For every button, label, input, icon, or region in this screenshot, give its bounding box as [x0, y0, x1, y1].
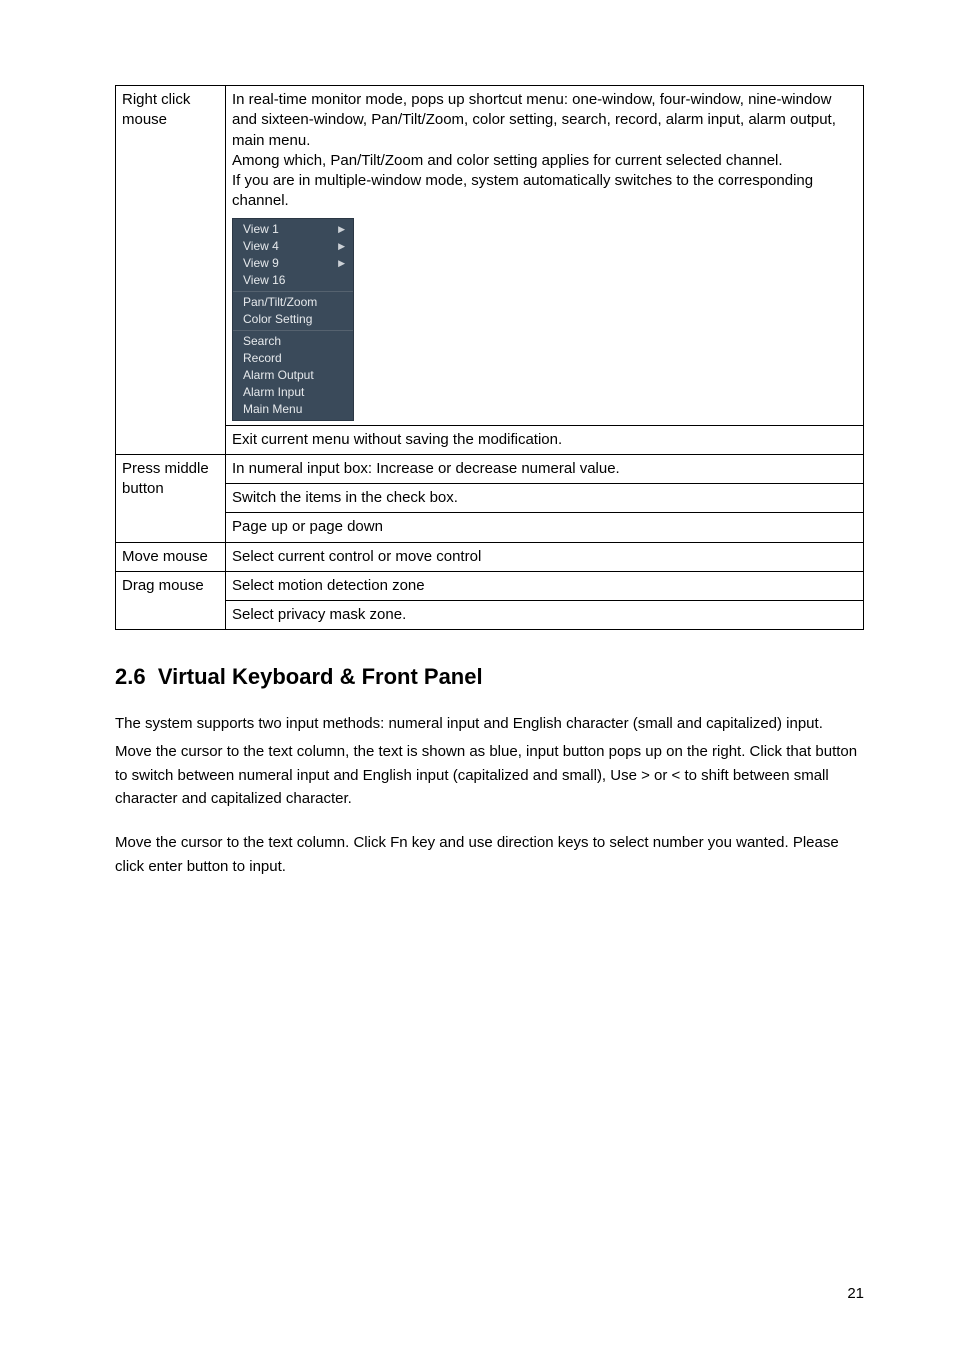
- section-number: 2.6: [115, 664, 146, 689]
- table-cell: Select current control or move control: [226, 542, 864, 571]
- menu-item-label: Search: [243, 333, 281, 349]
- table-cell: Select motion detection zone: [226, 571, 864, 600]
- mouse-actions-table: Right click mouse In real-time monitor m…: [115, 85, 864, 630]
- menu-item-main-menu: Main Menu: [233, 401, 353, 418]
- menu-item-ptz: Pan/Tilt/Zoom: [233, 294, 353, 311]
- menu-item-label: View 4: [243, 238, 279, 254]
- menu-item-label: Color Setting: [243, 311, 312, 327]
- menu-item-view9: View 9 ▶: [233, 255, 353, 272]
- menu-item-color-setting: Color Setting: [233, 311, 353, 328]
- menu-item-label: View 1: [243, 221, 279, 237]
- table-cell-label: Right click mouse: [116, 86, 226, 455]
- menu-item-label: Pan/Tilt/Zoom: [243, 294, 317, 310]
- section-title: Virtual Keyboard & Front Panel: [158, 664, 483, 689]
- submenu-arrow-icon: ▶: [338, 257, 345, 269]
- body-paragraph: The system supports two input methods: n…: [115, 712, 864, 736]
- table-cell: Select privacy mask zone.: [226, 601, 864, 630]
- menu-item-view4: View 4 ▶: [233, 238, 353, 255]
- menu-group: Search Record Alarm Output Alarm Input M…: [233, 330, 353, 420]
- menu-group: Pan/Tilt/Zoom Color Setting: [233, 291, 353, 330]
- body-paragraph: Move the cursor to the text column, the …: [115, 740, 864, 811]
- table-cell: Page up or page down: [226, 513, 864, 542]
- section-heading: 2.6 Virtual Keyboard & Front Panel: [115, 664, 864, 690]
- table-cell: Exit current menu without saving the mod…: [226, 425, 864, 454]
- table-cell-label: Drag mouse: [116, 571, 226, 630]
- menu-item-label: Record: [243, 350, 282, 366]
- table-cell: In numeral input box: Increase or decrea…: [226, 454, 864, 483]
- table-cell: Switch the items in the check box.: [226, 484, 864, 513]
- menu-item-label: Alarm Output: [243, 367, 314, 383]
- menu-group: View 1 ▶ View 4 ▶ View 9 ▶ View 16: [233, 219, 353, 291]
- context-menu-image: View 1 ▶ View 4 ▶ View 9 ▶ View 16 Pan/Tilt…: [232, 218, 354, 421]
- table-cell-label: Move mouse: [116, 542, 226, 571]
- page-number: 21: [847, 1285, 864, 1302]
- menu-item-label: View 9: [243, 255, 279, 271]
- menu-item-alarm-output: Alarm Output: [233, 367, 353, 384]
- body-paragraph: Move the cursor to the text column. Clic…: [115, 831, 864, 878]
- menu-item-label: Alarm Input: [243, 384, 304, 400]
- submenu-arrow-icon: ▶: [338, 223, 345, 235]
- cell-paragraph: Among which, Pan/Tilt/Zoom and color set…: [232, 151, 857, 171]
- menu-item-view1: View 1 ▶: [233, 221, 353, 238]
- menu-item-view16: View 16: [233, 272, 353, 289]
- page: Right click mouse In real-time monitor m…: [0, 0, 954, 1350]
- menu-item-label: Main Menu: [243, 401, 302, 417]
- menu-item-alarm-input: Alarm Input: [233, 384, 353, 401]
- table-cell: In real-time monitor mode, pops up short…: [226, 86, 864, 426]
- submenu-arrow-icon: ▶: [338, 240, 345, 252]
- cell-paragraph: In real-time monitor mode, pops up short…: [232, 90, 857, 151]
- cell-paragraph: If you are in multiple-window mode, syst…: [232, 171, 857, 212]
- menu-item-label: View 16: [243, 272, 285, 288]
- menu-item-record: Record: [233, 350, 353, 367]
- menu-item-search: Search: [233, 333, 353, 350]
- table-cell-label: Press middle button: [116, 454, 226, 542]
